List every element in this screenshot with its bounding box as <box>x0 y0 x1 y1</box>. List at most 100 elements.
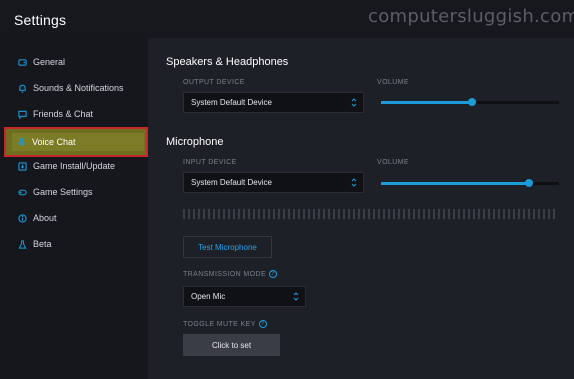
window-title: Settings <box>14 12 67 28</box>
meter-bar <box>193 209 195 219</box>
meter-bar <box>543 209 545 219</box>
slider-knob[interactable] <box>468 98 476 106</box>
sidebar-item-label: Voice Chat <box>32 137 76 147</box>
meter-bar <box>423 209 425 219</box>
toggle-mute-key-label: TOGGLE MUTE KEY? <box>183 320 267 328</box>
input-volume-label: VOLUME <box>377 159 409 166</box>
meter-bar <box>458 209 460 219</box>
meter-bar <box>248 209 250 219</box>
select-caret-icon <box>351 97 357 108</box>
meter-bar <box>493 209 495 219</box>
output-volume-slider[interactable] <box>381 97 559 107</box>
meter-bar <box>183 209 185 219</box>
meter-bar <box>398 209 400 219</box>
meter-bar <box>463 209 465 219</box>
sidebar-item-general[interactable]: General <box>6 49 148 75</box>
meter-bar <box>438 209 440 219</box>
input-device-select[interactable]: System Default Device <box>183 172 364 193</box>
meter-bar <box>323 209 325 219</box>
sidebar-item-friends-chat[interactable]: Friends & Chat <box>6 101 148 127</box>
meter-bar <box>243 209 245 219</box>
sidebar-item-game-install-update[interactable]: Game Install/Update <box>6 153 148 179</box>
meter-bar <box>233 209 235 219</box>
speakers-heading: Speakers & Headphones <box>166 56 289 68</box>
toggle-mute-key-text: TOGGLE MUTE KEY <box>183 320 256 328</box>
meter-bar <box>228 209 230 219</box>
info-icon <box>17 213 27 223</box>
input-device-label: INPUT DEVICE <box>183 159 237 166</box>
flask-icon <box>17 239 27 249</box>
meter-bar <box>533 209 535 219</box>
meter-bar <box>308 209 310 219</box>
sidebar-item-label: About <box>33 213 57 223</box>
meter-bar <box>273 209 275 219</box>
output-volume-label: VOLUME <box>377 79 409 86</box>
meter-bar <box>553 209 555 219</box>
meter-bar <box>503 209 505 219</box>
bell-icon <box>17 83 27 93</box>
transmission-mode-text: TRANSMISSION MODE <box>183 270 267 278</box>
sidebar-item-label: General <box>33 57 66 67</box>
meter-bar <box>518 209 520 219</box>
help-icon[interactable]: ? <box>258 320 267 328</box>
meter-bar <box>378 209 380 219</box>
slider-knob[interactable] <box>525 179 533 187</box>
meter-bar <box>488 209 490 219</box>
sidebar-item-game-settings[interactable]: Game Settings <box>6 179 148 205</box>
meter-bar <box>483 209 485 219</box>
meter-bar <box>478 209 480 219</box>
help-icon[interactable]: ? <box>269 270 278 278</box>
meter-bar <box>343 209 345 219</box>
toggle-mute-key-button[interactable]: Click to set <box>183 334 280 356</box>
meter-bar <box>388 209 390 219</box>
meter-bar <box>528 209 530 219</box>
input-volume-slider[interactable] <box>381 178 559 188</box>
meter-bar <box>258 209 260 219</box>
meter-bar <box>218 209 220 219</box>
sidebar-item-label: Game Settings <box>33 187 93 197</box>
meter-bar <box>198 209 200 219</box>
gamepad-icon <box>17 57 27 67</box>
meter-bar <box>393 209 395 219</box>
meter-bar <box>408 209 410 219</box>
meter-bar <box>208 209 210 219</box>
meter-bar <box>223 209 225 219</box>
meter-bar <box>293 209 295 219</box>
sidebar-item-label: Beta <box>33 239 52 249</box>
meter-bar <box>363 209 365 219</box>
meter-bar <box>498 209 500 219</box>
meter-bar <box>453 209 455 219</box>
sidebar-item-label: Game Install/Update <box>33 161 116 171</box>
test-microphone-button[interactable]: Test Microphone <box>183 236 272 258</box>
microphone-heading: Microphone <box>166 136 224 148</box>
meter-bar <box>333 209 335 219</box>
meter-bar <box>213 209 215 219</box>
transmission-mode-select[interactable]: Open Mic <box>183 286 306 307</box>
meter-bar <box>403 209 405 219</box>
meter-bar <box>288 209 290 219</box>
input-level-meter <box>183 209 561 219</box>
meter-bar <box>328 209 330 219</box>
meter-bar <box>433 209 435 219</box>
meter-bar <box>338 209 340 219</box>
watermark: computersluggish.com <box>368 6 574 27</box>
sidebar-item-about[interactable]: About <box>6 205 148 231</box>
title-bar: Settings computersluggish.com <box>0 0 574 38</box>
download-icon <box>17 161 27 171</box>
meter-bar <box>318 209 320 219</box>
sidebar-item-sounds-notifications[interactable]: Sounds & Notifications <box>6 75 148 101</box>
sidebar: General Sounds & Notifications Friends &… <box>0 38 148 379</box>
output-device-select[interactable]: System Default Device <box>183 92 364 113</box>
sidebar-item-label: Sounds & Notifications <box>33 83 124 93</box>
meter-bar <box>298 209 300 219</box>
meter-bar <box>448 209 450 219</box>
sidebar-item-beta[interactable]: Beta <box>6 231 148 257</box>
meter-bar <box>358 209 360 219</box>
voice-chat-panel: Speakers & Headphones OUTPUT DEVICE Syst… <box>148 38 574 379</box>
meter-bar <box>413 209 415 219</box>
select-caret-icon <box>293 291 299 302</box>
meter-bar <box>373 209 375 219</box>
transmission-mode-value: Open Mic <box>191 292 226 301</box>
meter-bar <box>383 209 385 219</box>
meter-bar <box>268 209 270 219</box>
